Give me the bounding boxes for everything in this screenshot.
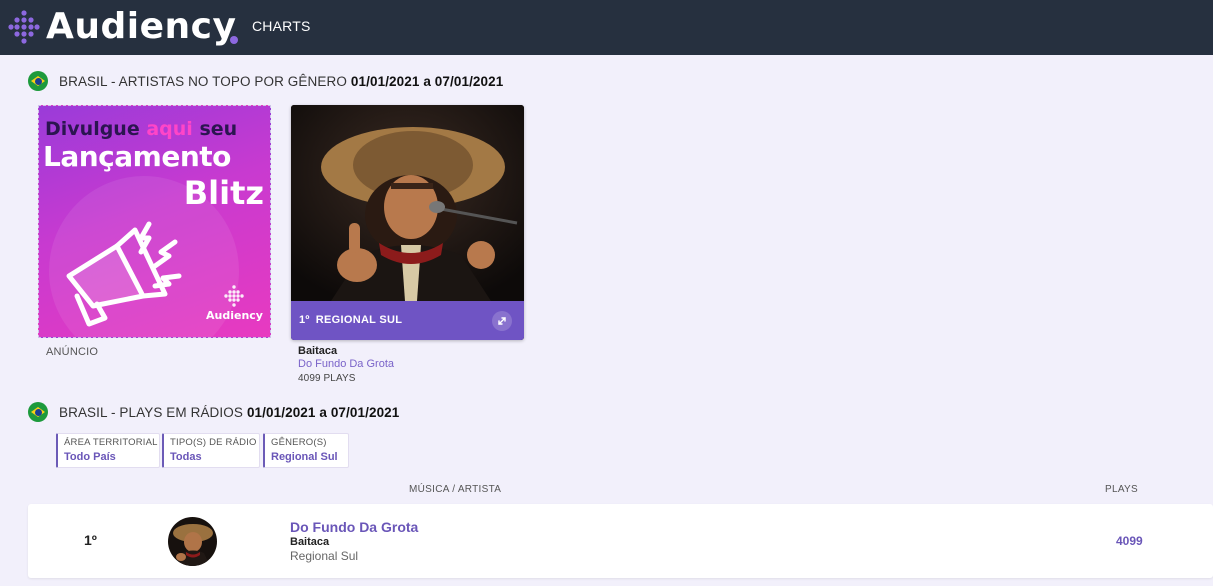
megaphone-icon: [66, 221, 182, 327]
ad-label: ANÚNCIO: [46, 346, 99, 358]
brazil-flag-icon: [28, 402, 48, 422]
table-row[interactable]: 1º Do Fundo Da Grota Baitaca Regional Su…: [28, 504, 1213, 578]
artist-avatar: [168, 517, 217, 566]
logo-dots-icon: [224, 285, 244, 307]
ad-audiency-logo: Audiency: [206, 285, 263, 325]
expand-button[interactable]: [492, 311, 512, 331]
filter-radio-type[interactable]: TIPO(S) DE RÁDIO Todas: [162, 433, 260, 468]
top-artist-song[interactable]: Do Fundo Da Grota: [298, 358, 394, 370]
section-date-range: 01/01/2021 a 07/01/2021: [246, 404, 400, 420]
section-radio-plays-title: BRASIL - PLAYS EM RÁDIOS 01/01/2021 a 07…: [28, 402, 399, 422]
section-date-range: 01/01/2021 a 07/01/2021: [350, 73, 504, 89]
row-song-title[interactable]: Do Fundo Da Grota: [290, 519, 418, 535]
logo-accent-dot: [230, 36, 238, 44]
section-title-text: BRASIL - ARTISTAS NO TOPO POR GÊNERO: [59, 73, 347, 89]
logo-dots-icon: [8, 10, 40, 44]
ad-headline: Divulgue aqui seu: [45, 118, 238, 140]
filter-territorial-area[interactable]: ÁREA TERRITORIAL Todo País: [56, 433, 160, 468]
row-artist-name[interactable]: Baitaca: [290, 536, 329, 548]
column-header-plays[interactable]: PLAYS: [1105, 484, 1138, 495]
top-artist-card[interactable]: 1º REGIONAL SUL: [291, 105, 524, 340]
brazil-flag-icon: [28, 71, 48, 91]
expand-icon: [498, 317, 506, 325]
ad-headline-main: Lançamento: [43, 140, 231, 173]
column-header-music-artist[interactable]: MÚSICA / ARTISTA: [409, 484, 501, 495]
artist-photo: [291, 105, 524, 301]
filter-genre[interactable]: GÊNERO(S) Regional Sul: [263, 433, 349, 468]
row-rank: 1º: [84, 532, 97, 548]
section-title-text: BRASIL - PLAYS EM RÁDIOS: [59, 404, 243, 420]
row-plays: 4099: [1116, 534, 1143, 548]
section-top-artists-title: BRASIL - ARTISTAS NO TOPO POR GÊNERO 01/…: [28, 71, 503, 91]
ad-banner[interactable]: Divulgue aqui seu Lançamento Blitz Audie…: [38, 105, 271, 338]
top-artist-plays: 4099 PLAYS: [298, 373, 356, 384]
top-artist-name[interactable]: Baitaca: [298, 345, 337, 357]
top-bar: Audiency CHARTS: [0, 0, 1213, 55]
top-artist-rank-genre: 1º REGIONAL SUL: [299, 314, 403, 326]
logo-wordmark: Audiency: [46, 6, 237, 47]
top-artist-genre-band: 1º REGIONAL SUL: [291, 301, 524, 340]
row-genre: Regional Sul: [290, 549, 359, 563]
nav-charts-link[interactable]: CHARTS: [252, 18, 311, 34]
